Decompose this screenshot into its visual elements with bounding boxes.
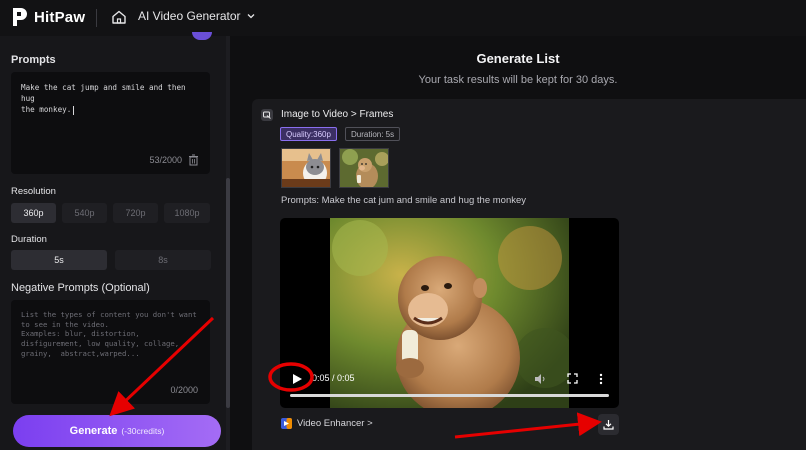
image-to-video-icon — [261, 109, 273, 121]
fullscreen-icon[interactable] — [567, 373, 578, 384]
task-type: Image to Video > Frames — [281, 109, 394, 120]
home-icon[interactable] — [111, 9, 127, 25]
panel-scrollbar-thumb[interactable] — [226, 178, 230, 408]
prompt-char-count: 53/2000 — [149, 155, 182, 165]
player-time: 0:05 / 0:05 — [312, 373, 355, 383]
download-button[interactable] — [598, 414, 619, 435]
product-menu-label: AI Video Generator — [138, 9, 241, 23]
volume-icon[interactable] — [534, 373, 546, 385]
app-header: HitPaw AI Video Generator — [0, 0, 806, 36]
duration-title: Duration — [11, 234, 47, 245]
prompts-title: Prompts — [11, 54, 56, 66]
negative-prompt-textarea[interactable]: List the types of content you don't want… — [11, 300, 210, 404]
generate-list-title: Generate List — [476, 51, 560, 66]
trash-icon[interactable] — [188, 154, 199, 166]
generate-list-subtitle: Your task results will be kept for 30 da… — [418, 74, 618, 86]
video-enhancer-icon — [281, 418, 292, 429]
frame-thumbnail-monkey[interactable] — [339, 148, 389, 188]
duration-option-8s[interactable]: 8s — [115, 250, 211, 270]
resolution-option-540p[interactable]: 540p — [62, 203, 107, 223]
duration-option-5s[interactable]: 5s — [11, 250, 107, 270]
generate-button[interactable]: Generate (-30credits) — [13, 415, 221, 447]
duration-options: 5s 8s — [11, 250, 211, 270]
video-player[interactable]: 0:05 / 0:05 — [280, 218, 619, 408]
play-icon[interactable] — [291, 373, 303, 385]
resolution-options: 360p 540p 720p 1080p — [11, 203, 210, 223]
frame-thumbnail-cat[interactable] — [281, 148, 331, 188]
duration-tag: Duration: 5s — [345, 127, 401, 141]
video-enhancer-label: Video Enhancer > — [297, 418, 373, 429]
video-progress-bar[interactable] — [290, 394, 609, 397]
hitpaw-logo-icon — [13, 8, 27, 26]
negative-prompts-title: Negative Prompts (Optional) — [11, 282, 150, 294]
hitpaw-logo[interactable]: HitPaw — [10, 6, 85, 28]
prompt-text: Make the cat jump and smile and then hug… — [21, 83, 186, 115]
product-menu[interactable]: AI Video Generator — [138, 9, 255, 23]
download-icon — [603, 420, 614, 430]
monkey-image — [340, 149, 388, 187]
chevron-down-icon — [247, 14, 254, 19]
brand-name: HitPaw — [34, 8, 86, 26]
generate-label: Generate — [69, 425, 118, 437]
player-controls: 0:05 / 0:05 — [280, 368, 619, 390]
video-enhancer-link[interactable]: Video Enhancer > — [281, 418, 373, 429]
resolution-title: Resolution — [11, 186, 56, 197]
negative-prompt-placeholder: List the types of content you don't want… — [21, 310, 197, 358]
generate-credits: (-30credits) — [121, 426, 165, 436]
header-divider — [96, 9, 97, 27]
prompt-textarea[interactable]: Make the cat jump and smile and then hug… — [11, 72, 210, 174]
task-prompt: Prompts: Make the cat jum and smile and … — [281, 195, 527, 206]
more-options-icon[interactable] — [599, 373, 603, 385]
quality-tag: Quality:360p — [280, 127, 337, 141]
resolution-option-360p[interactable]: 360p — [11, 203, 56, 223]
cat-image — [282, 149, 330, 187]
negative-char-count: 0/2000 — [170, 385, 198, 395]
text-caret — [73, 105, 75, 115]
resolution-option-720p[interactable]: 720p — [113, 203, 158, 223]
resolution-option-1080p[interactable]: 1080p — [164, 203, 210, 223]
